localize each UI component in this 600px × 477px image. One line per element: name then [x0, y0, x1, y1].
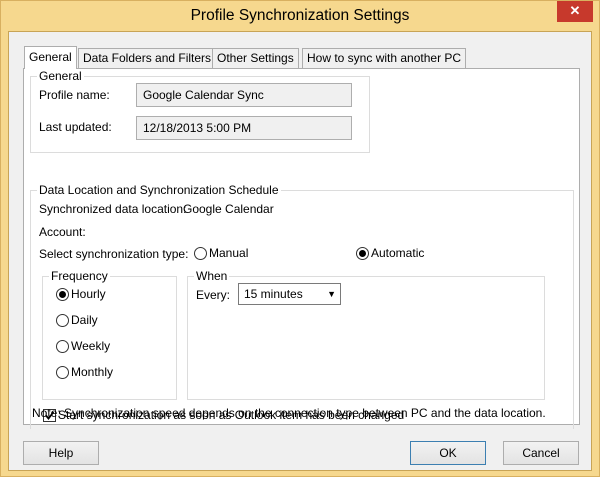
- dialog-client-area: General Data Folders and Filters Other S…: [8, 31, 592, 471]
- manual-radio-dot[interactable]: [194, 246, 207, 260]
- automatic-radio[interactable]: Automatic: [356, 246, 424, 260]
- automatic-radio-dot[interactable]: [356, 246, 369, 260]
- tab-general[interactable]: General: [24, 46, 77, 69]
- general-tab-page: General Profile name: Google Calendar Sy…: [23, 68, 580, 429]
- data-location-group: Data Location and Synchronization Schedu…: [30, 183, 574, 429]
- frequency-legend: Frequency: [49, 269, 110, 283]
- synchronized-location-label: Synchronized data location:: [39, 202, 187, 216]
- close-icon[interactable]: ✕: [557, 1, 593, 22]
- profile-name-label: Profile name:: [39, 88, 110, 102]
- every-label: Every:: [196, 288, 231, 302]
- sync-type-label: Select synchronization type:: [39, 247, 189, 261]
- data-location-legend: Data Location and Synchronization Schedu…: [37, 183, 281, 197]
- frequency-weekly-radio[interactable]: Weekly: [56, 339, 110, 353]
- note-text: Note: Synchronization speed depends on t…: [32, 406, 546, 420]
- synchronized-location-value: Google Calendar: [183, 202, 274, 216]
- account-label: Account:: [39, 225, 86, 239]
- tab-data-folders-and-filters[interactable]: Data Folders and Filters: [78, 48, 217, 68]
- general-group: General Profile name: Google Calendar Sy…: [30, 69, 370, 153]
- cancel-button[interactable]: Cancel: [503, 441, 579, 465]
- weekly-label: Weekly: [71, 339, 111, 353]
- daily-radio-dot[interactable]: [56, 313, 69, 327]
- frequency-hourly-radio[interactable]: Hourly: [56, 287, 106, 301]
- dialog-window: Profile Synchronization Settings ✕ Gener…: [0, 0, 600, 477]
- profile-name-field: Google Calendar Sync: [136, 83, 352, 107]
- frequency-monthly-radio[interactable]: Monthly: [56, 365, 113, 379]
- every-interval-select[interactable]: 15 minutes ▼: [238, 283, 341, 305]
- every-interval-value: 15 minutes: [244, 287, 303, 301]
- hourly-label: Hourly: [71, 287, 106, 301]
- manual-radio-label: Manual: [209, 246, 249, 260]
- last-updated-field: 12/18/2013 5:00 PM: [136, 116, 352, 140]
- daily-label: Daily: [71, 313, 98, 327]
- monthly-radio-dot[interactable]: [56, 365, 69, 379]
- help-button[interactable]: Help: [23, 441, 99, 465]
- ok-button[interactable]: OK: [410, 441, 486, 465]
- tab-other-settings[interactable]: Other Settings: [212, 48, 299, 68]
- manual-radio[interactable]: Manual: [194, 246, 248, 260]
- last-updated-label: Last updated:: [39, 120, 112, 134]
- frequency-daily-radio[interactable]: Daily: [56, 313, 98, 327]
- window-title: Profile Synchronization Settings: [190, 7, 410, 24]
- general-group-legend: General: [37, 69, 84, 83]
- frequency-group: Frequency Hourly Daily Weekly Monthly: [42, 269, 177, 400]
- tab-how-to-sync[interactable]: How to sync with another PC: [302, 48, 467, 68]
- when-group: When Every: 15 minutes ▼: [187, 269, 545, 400]
- weekly-radio-dot[interactable]: [56, 339, 69, 353]
- monthly-label: Monthly: [71, 365, 114, 379]
- when-legend: When: [194, 269, 230, 283]
- hourly-radio-dot[interactable]: [56, 287, 69, 301]
- automatic-radio-label: Automatic: [371, 246, 425, 260]
- chevron-down-icon[interactable]: ▼: [327, 284, 336, 304]
